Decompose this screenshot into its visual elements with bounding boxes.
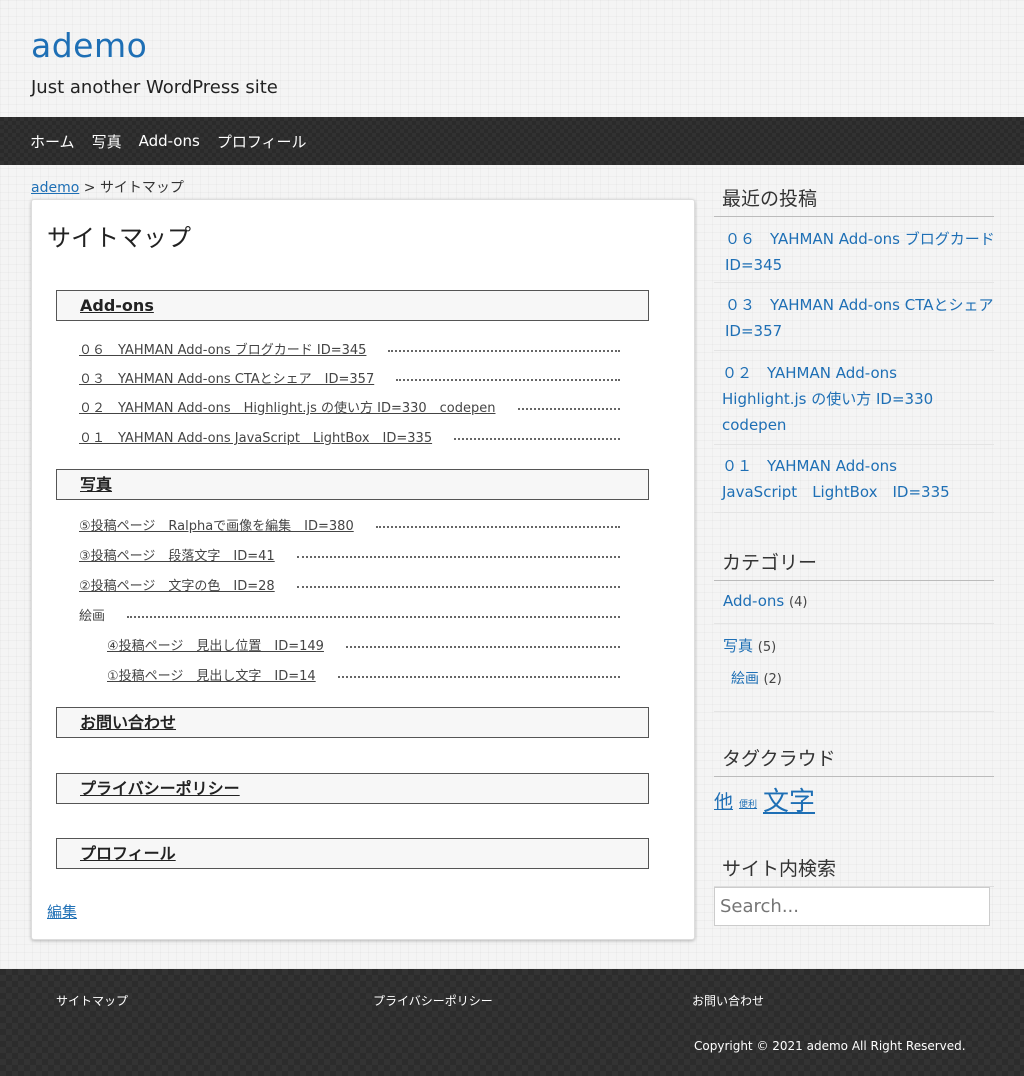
sitemap-item: ③投稿ページ 段落文字 ID=41 (79, 544, 620, 564)
search-input[interactable] (714, 887, 990, 926)
breadcrumb-separator: > (79, 180, 100, 196)
copyright-text: Copyright © 2021 ademo All Right Reserve… (694, 1039, 966, 1053)
site-title-link[interactable]: ademo (31, 26, 147, 65)
recent-post-link[interactable]: ０６ YAHMAN Add-ons ブログカード ID=345 (725, 226, 995, 278)
recent-post-link[interactable]: ０２ YAHMAN Add-ons Highlight.js の使い方 ID=3… (722, 360, 952, 438)
sitemap-category: 絵画 (79, 604, 620, 624)
sitemap-item-link[interactable]: ②投稿ページ 文字の色 ID=28 (79, 575, 275, 594)
leader-dots (454, 438, 620, 440)
sitemap-item: ②投稿ページ 文字の色 ID=28 (79, 574, 620, 594)
sitemap-item-link[interactable]: ③投稿ページ 段落文字 ID=41 (79, 545, 275, 564)
post-divider (714, 512, 994, 513)
tag-link[interactable]: 他 (714, 787, 733, 814)
recent-post-link[interactable]: ０１ YAHMAN Add-ons JavaScript LightBox ID… (722, 453, 952, 505)
sitemap-section-addons: Add-ons (56, 290, 649, 321)
category-count: (5) (757, 640, 777, 655)
sitemap-item-link[interactable]: ⑤投稿ページ Ralphaで画像を編集 ID=380 (79, 515, 354, 534)
footer-link-sitemap[interactable]: サイトマップ (56, 992, 128, 1009)
sitemap-item-link[interactable]: ０３ YAHMAN Add-ons CTAとシェア ID=357 (79, 368, 374, 387)
category-item: 写真 (5) (723, 635, 776, 656)
footer-link-privacy[interactable]: プライバシーポリシー (373, 992, 493, 1009)
nav-item-profile[interactable]: プロフィール (217, 131, 307, 152)
page-title: サイトマップ (47, 224, 191, 252)
sitemap-section-contact: お問い合わせ (56, 707, 649, 738)
site-footer: サイトマップ プライバシーポリシー お問い合わせ Copyright © 202… (0, 969, 1024, 1076)
category-link[interactable]: Add-ons (723, 592, 784, 610)
sitemap-item-link[interactable]: ④投稿ページ 見出し位置 ID=149 (107, 635, 324, 654)
tag-link[interactable]: 文字 (763, 781, 815, 818)
category-item: 絵画 (2) (731, 668, 782, 688)
leader-dots (345, 646, 620, 648)
leader-dots (127, 616, 620, 618)
sitemap-item: ⑤投稿ページ Ralphaで画像を編集 ID=380 (79, 514, 620, 534)
site-tagline: Just another WordPress site (31, 77, 278, 98)
category-link[interactable]: 写真 (723, 637, 753, 655)
tag-link[interactable]: 便利 (739, 797, 757, 810)
widget-title-recent-posts: 最近の投稿 (722, 188, 818, 210)
leader-dots (375, 526, 620, 528)
widget-divider (714, 776, 994, 777)
nav-item-photo[interactable]: 写真 (92, 131, 122, 152)
category-link[interactable]: 絵画 (731, 671, 759, 687)
sitemap-heading-link[interactable]: プライバシーポリシー (80, 779, 240, 798)
widget-title-tag-cloud: タグクラウド (722, 748, 836, 770)
sitemap-category-label: 絵画 (79, 609, 106, 624)
widget-title-search: サイト内検索 (722, 858, 837, 880)
leader-dots (337, 676, 620, 678)
site-header: ademo Just another WordPress site (0, 0, 1024, 117)
post-divider (714, 444, 994, 445)
category-count: (4) (789, 595, 808, 610)
sitemap-item-link[interactable]: ①投稿ページ 見出し文字 ID=14 (107, 665, 316, 684)
leader-dots (517, 408, 620, 410)
nav-item-addons[interactable]: Add-ons (139, 132, 200, 150)
breadcrumb-home-link[interactable]: ademo (31, 180, 79, 196)
sitemap-item-link[interactable]: ０６ YAHMAN Add-ons ブログカード ID=345 (79, 339, 366, 358)
leader-dots (396, 379, 620, 381)
post-divider (714, 350, 994, 351)
widget-divider (714, 580, 994, 581)
main-content-card: サイトマップ Add-ons ０６ YAHMAN Add-ons ブログカード … (31, 199, 695, 940)
category-item: Add-ons (4) (723, 592, 807, 610)
recent-post-link[interactable]: ０３ YAHMAN Add-ons CTAとシェア ID=357 (725, 292, 1008, 344)
widget-divider (714, 216, 994, 217)
sitemap-heading-link[interactable]: Add-ons (80, 296, 154, 315)
category-divider (714, 711, 994, 712)
sitemap-section-profile: プロフィール (56, 838, 649, 869)
post-divider (714, 282, 994, 283)
sitemap-item: ①投稿ページ 見出し文字 ID=14 (107, 664, 620, 684)
breadcrumb-current: サイトマップ (99, 180, 184, 196)
sitemap-item: ０３ YAHMAN Add-ons CTAとシェア ID=357 (79, 367, 620, 387)
footer-link-contact[interactable]: お問い合わせ (692, 992, 764, 1009)
sitemap-item: ０２ YAHMAN Add-ons Highlight.js の使い方 ID=3… (79, 396, 620, 416)
sitemap-heading-link[interactable]: お問い合わせ (80, 713, 176, 732)
leader-dots (296, 556, 620, 558)
nav-item-home[interactable]: ホーム (30, 131, 75, 152)
widget-title-categories: カテゴリー (722, 552, 818, 574)
leader-dots (388, 350, 620, 352)
main-nav: ホーム 写真 Add-ons プロフィール (0, 117, 1024, 165)
breadcrumb: ademo > サイトマップ (31, 177, 184, 197)
leader-dots (296, 586, 620, 588)
sitemap-section-photo: 写真 (56, 469, 649, 500)
sitemap-heading-link[interactable]: プロフィール (80, 844, 176, 863)
sitemap-item: ④投稿ページ 見出し位置 ID=149 (107, 634, 620, 654)
sitemap-item-link[interactable]: ０２ YAHMAN Add-ons Highlight.js の使い方 ID=3… (79, 397, 496, 416)
sitemap-item-link[interactable]: ０１ YAHMAN Add-ons JavaScript LightBox ID… (79, 427, 432, 446)
category-count: (2) (763, 672, 782, 687)
category-divider (714, 623, 994, 624)
sitemap-section-privacy: プライバシーポリシー (56, 773, 649, 804)
sitemap-item: ０１ YAHMAN Add-ons JavaScript LightBox ID… (79, 426, 620, 446)
sitemap-heading-link[interactable]: 写真 (80, 475, 112, 494)
edit-link[interactable]: 編集 (47, 901, 77, 922)
sitemap-item: ０６ YAHMAN Add-ons ブログカード ID=345 (79, 338, 620, 358)
